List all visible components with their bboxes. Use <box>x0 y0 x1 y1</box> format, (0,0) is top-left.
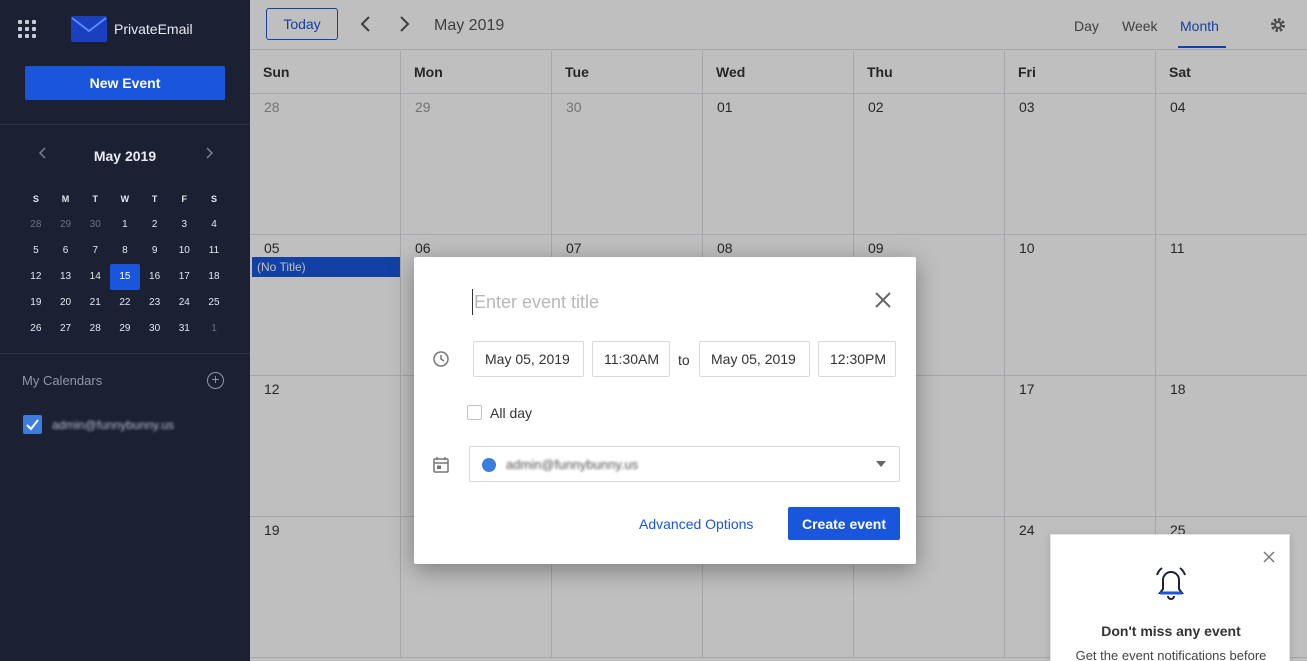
add-calendar-icon[interactable]: + <box>207 372 224 389</box>
calendar-color-dot <box>482 458 496 472</box>
notification-subtitle: Get the event notifications before <box>1075 648 1267 661</box>
advanced-options-link[interactable]: Advanced Options <box>639 516 753 532</box>
divider <box>0 353 250 354</box>
all-day-checkbox[interactable] <box>467 405 482 420</box>
mini-day[interactable]: 14 <box>80 264 110 290</box>
mini-day[interactable]: 26 <box>21 316 51 342</box>
calendar-email[interactable]: admin@funnybunny.us <box>52 418 174 432</box>
mini-day[interactable]: 1 <box>110 212 140 238</box>
mini-day[interactable]: 1 <box>199 316 229 342</box>
mini-day[interactable]: 13 <box>51 264 81 290</box>
end-date-field[interactable]: May 05, 2019 <box>699 341 810 377</box>
mini-day[interactable]: 25 <box>199 290 229 316</box>
mini-day[interactable]: 24 <box>169 290 199 316</box>
mini-dow-label: F <box>181 194 188 204</box>
my-calendars-label: My Calendars <box>22 373 103 388</box>
mini-day[interactable]: 30 <box>80 212 110 238</box>
mini-day[interactable]: 8 <box>110 238 140 264</box>
mini-day[interactable]: 19 <box>21 290 51 316</box>
mini-day[interactable]: 5 <box>21 238 51 264</box>
envelope-logo-icon <box>71 16 107 42</box>
mini-day[interactable]: 10 <box>169 238 199 264</box>
mini-day[interactable]: 29 <box>110 316 140 342</box>
notification-popup: Don't miss any event Get the event notif… <box>1050 534 1290 661</box>
mini-day[interactable]: 15 <box>110 264 140 290</box>
create-event-button[interactable]: Create event <box>788 507 900 540</box>
apps-grid-icon[interactable] <box>18 20 36 38</box>
mini-day[interactable]: 11 <box>199 238 229 264</box>
mini-day[interactable]: 3 <box>169 212 199 238</box>
to-label: to <box>678 352 690 368</box>
mini-day[interactable]: 7 <box>80 238 110 264</box>
mini-day[interactable]: 16 <box>140 264 170 290</box>
mini-day[interactable]: 28 <box>21 212 51 238</box>
sidebar: PrivateEmail New Event May 2019 S M T W T F S 2… <box>0 0 250 661</box>
chevron-right-icon[interactable] <box>202 146 216 160</box>
calendar-checkbox[interactable] <box>23 415 42 434</box>
mini-day[interactable]: 17 <box>169 264 199 290</box>
mini-day[interactable]: 22 <box>110 290 140 316</box>
mini-dow-label: W <box>120 194 130 204</box>
mini-day[interactable]: 20 <box>51 290 81 316</box>
mini-dow-label: S <box>210 194 217 204</box>
checkmark-icon <box>26 419 39 431</box>
mini-day[interactable]: 2 <box>140 212 170 238</box>
mini-day[interactable]: 4 <box>199 212 229 238</box>
mini-day[interactable]: 9 <box>140 238 170 264</box>
start-time-field[interactable]: 11:30AM <box>592 341 670 377</box>
close-icon[interactable] <box>1263 551 1275 563</box>
calendar-icon <box>433 457 449 473</box>
mini-day[interactable]: 21 <box>80 290 110 316</box>
divider <box>0 124 250 125</box>
chevron-down-icon <box>876 461 886 467</box>
end-time-field[interactable]: 12:30PM <box>818 341 896 377</box>
clock-icon <box>433 351 449 367</box>
mini-day[interactable]: 27 <box>51 316 81 342</box>
logo-text: PrivateEmail <box>114 21 193 37</box>
new-event-button[interactable]: New Event <box>25 66 225 100</box>
new-event-dialog: May 05, 2019 11:30AM to May 05, 2019 12:… <box>414 257 916 564</box>
mini-dow-label: T <box>92 194 98 204</box>
start-date-field[interactable]: May 05, 2019 <box>473 341 584 377</box>
all-day-label: All day <box>490 405 533 421</box>
bell-icon <box>1156 567 1186 600</box>
mini-day[interactable]: 23 <box>140 290 170 316</box>
calendar-select[interactable]: admin@funnybunny.us <box>469 446 900 482</box>
mini-day[interactable]: 28 <box>80 316 110 342</box>
mini-calendar-header: May 2019 <box>0 140 250 170</box>
event-title-input[interactable] <box>472 289 852 315</box>
mini-day[interactable]: 12 <box>21 264 51 290</box>
mini-day[interactable]: 30 <box>140 316 170 342</box>
mini-dow-label: T <box>151 194 158 204</box>
logo[interactable]: PrivateEmail <box>70 15 193 43</box>
mini-dow-label: M <box>61 194 70 204</box>
notification-title: Don't miss any event <box>1101 623 1241 639</box>
mini-day[interactable]: 29 <box>51 212 81 238</box>
calendar-select-value: admin@funnybunny.us <box>506 457 639 472</box>
mini-dow-label: S <box>32 194 39 204</box>
close-icon[interactable] <box>874 291 892 309</box>
mini-day[interactable]: 18 <box>199 264 229 290</box>
mini-calendar-grid: S M T W T F S 28 29 30 1 2 3 4 5 6 7 8 9 10 11 12 13 14 15 16 17 18… <box>21 186 229 342</box>
mini-day[interactable]: 31 <box>169 316 199 342</box>
mini-day[interactable]: 6 <box>51 238 81 264</box>
